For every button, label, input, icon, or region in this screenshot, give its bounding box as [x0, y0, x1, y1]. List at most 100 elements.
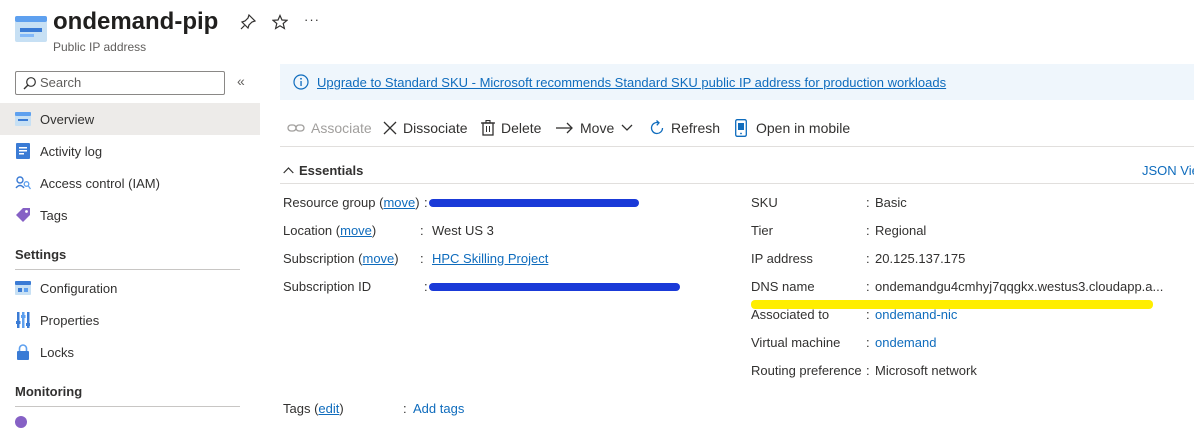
- sidebar-item-label: Locks: [40, 344, 74, 360]
- field-label: Tags: [283, 401, 311, 416]
- close-icon: [383, 121, 397, 135]
- sidebar-item-label: Configuration: [40, 280, 118, 296]
- monitoring-section-heading: Monitoring: [15, 384, 83, 399]
- upgrade-sku-link[interactable]: Upgrade to Standard SKU - Microsoft reco…: [317, 75, 946, 90]
- star-icon[interactable]: [271, 14, 289, 35]
- field-label: Subscription: [283, 251, 355, 266]
- activity-log-icon: [15, 143, 31, 159]
- tier-label: Tier: [751, 223, 773, 238]
- redacted-resource-group[interactable]: [429, 199, 639, 207]
- overview-icon: [15, 111, 31, 127]
- public-ip-resource-icon: [15, 15, 47, 43]
- resource-group-move-link[interactable]: move: [383, 195, 415, 210]
- upgrade-sku-banner: Upgrade to Standard SKU - Microsoft reco…: [280, 64, 1194, 100]
- sidebar-item-locks[interactable]: Locks: [0, 336, 260, 368]
- trash-icon: [481, 120, 495, 136]
- page-subtitle: Public IP address: [53, 40, 147, 54]
- separator-colon: :: [866, 335, 870, 350]
- associate-button[interactable]: Associate: [287, 118, 372, 138]
- section-divider: [15, 269, 240, 270]
- sidebar-item-configuration[interactable]: Configuration: [0, 272, 260, 304]
- virtual-machine-link[interactable]: ondemand: [875, 335, 936, 350]
- subscription-move-link[interactable]: move: [363, 251, 395, 266]
- move-button[interactable]: Move: [556, 118, 639, 138]
- separator-colon: :: [866, 251, 870, 266]
- subscription-label: Subscription (move): [283, 251, 399, 266]
- field-label: Location: [283, 223, 333, 238]
- tag-icon: [15, 207, 31, 223]
- virtual-machine-label: Virtual machine: [751, 335, 841, 350]
- lock-icon: [15, 344, 31, 360]
- refresh-icon: [649, 120, 665, 136]
- essentials-toggle[interactable]: Essentials: [283, 163, 363, 178]
- chevron-down-icon: [621, 124, 633, 132]
- section-divider: [15, 406, 240, 407]
- separator-colon: :: [424, 195, 428, 210]
- location-move-link[interactable]: move: [340, 223, 372, 238]
- sidebar-item-activity-log[interactable]: Activity log: [0, 135, 260, 167]
- info-icon: [293, 74, 309, 90]
- arrow-right-icon: [556, 122, 574, 134]
- essentials-heading: Essentials: [299, 163, 364, 178]
- separator-colon: :: [866, 279, 870, 294]
- sidebar-item-label: Tags: [40, 207, 68, 223]
- subscription-link[interactable]: HPC Skilling Project: [432, 251, 548, 266]
- add-tags-link[interactable]: Add tags: [413, 401, 464, 416]
- separator-colon: :: [420, 223, 424, 238]
- subscription-id-label: Subscription ID: [283, 279, 372, 294]
- pin-icon[interactable]: [240, 13, 257, 35]
- associated-to-label: Associated to: [751, 307, 830, 322]
- separator-colon: :: [403, 401, 407, 416]
- associated-to-link[interactable]: ondemand-nic: [875, 307, 957, 322]
- json-view-link[interactable]: JSON Vie: [1142, 163, 1194, 178]
- essentials-divider: [280, 183, 1194, 184]
- separator-colon: :: [424, 279, 428, 294]
- field-label: Resource group: [283, 195, 376, 210]
- dissociate-label: Dissociate: [403, 120, 468, 136]
- collapse-sidebar-button[interactable]: «: [237, 73, 245, 89]
- sidebar-item-label: Access control (IAM): [40, 175, 160, 191]
- sidebar-item-properties[interactable]: Properties: [0, 304, 260, 336]
- tags-label: Tags (edit): [283, 401, 344, 416]
- mobile-icon: [735, 119, 747, 137]
- location-value: West US 3: [432, 223, 494, 238]
- resource-group-label: Resource group (move): [283, 195, 420, 210]
- sidebar-item-overview[interactable]: Overview: [0, 103, 260, 135]
- dissociate-button[interactable]: Dissociate: [383, 118, 468, 138]
- search-icon: [23, 76, 37, 90]
- chevron-up-icon: [283, 167, 294, 174]
- ip-address-label: IP address: [751, 251, 813, 266]
- separator-colon: :: [866, 223, 870, 238]
- refresh-label: Refresh: [671, 120, 721, 136]
- iam-icon: [15, 175, 31, 191]
- configuration-icon: [15, 280, 31, 296]
- refresh-button[interactable]: Refresh: [649, 118, 720, 138]
- sidebar-item-label: Activity log: [40, 143, 103, 159]
- open-in-mobile-button[interactable]: Open in mobile: [735, 118, 850, 138]
- separator-colon: :: [420, 251, 424, 266]
- redacted-subscription-id: [429, 283, 680, 291]
- sku-label: SKU: [751, 195, 778, 210]
- delete-button[interactable]: Delete: [481, 118, 541, 138]
- sidebar-item-access-control[interactable]: Access control (IAM): [0, 167, 260, 199]
- separator-colon: :: [866, 195, 870, 210]
- move-label: Move: [580, 120, 615, 136]
- location-label: Location (move): [283, 223, 377, 238]
- more-options-button[interactable]: ···: [304, 12, 320, 27]
- routing-preference-value: Microsoft network: [875, 363, 977, 378]
- separator-colon: :: [866, 363, 870, 378]
- delete-label: Delete: [501, 120, 542, 136]
- search-box[interactable]: [15, 71, 225, 95]
- associate-label: Associate: [311, 120, 372, 136]
- insights-icon: [15, 416, 27, 428]
- toolbar-divider: [280, 146, 1194, 147]
- sku-value: Basic: [875, 195, 907, 210]
- sidebar-item-label: Overview: [40, 111, 95, 127]
- tier-value: Regional: [875, 223, 927, 238]
- page-title: ondemand-pip: [53, 8, 219, 35]
- dns-name-label: DNS name: [751, 279, 815, 294]
- tags-edit-link[interactable]: edit: [318, 401, 339, 416]
- search-input[interactable]: [40, 73, 220, 92]
- sidebar-item-tags[interactable]: Tags: [0, 199, 260, 231]
- open-in-mobile-label: Open in mobile: [756, 120, 851, 136]
